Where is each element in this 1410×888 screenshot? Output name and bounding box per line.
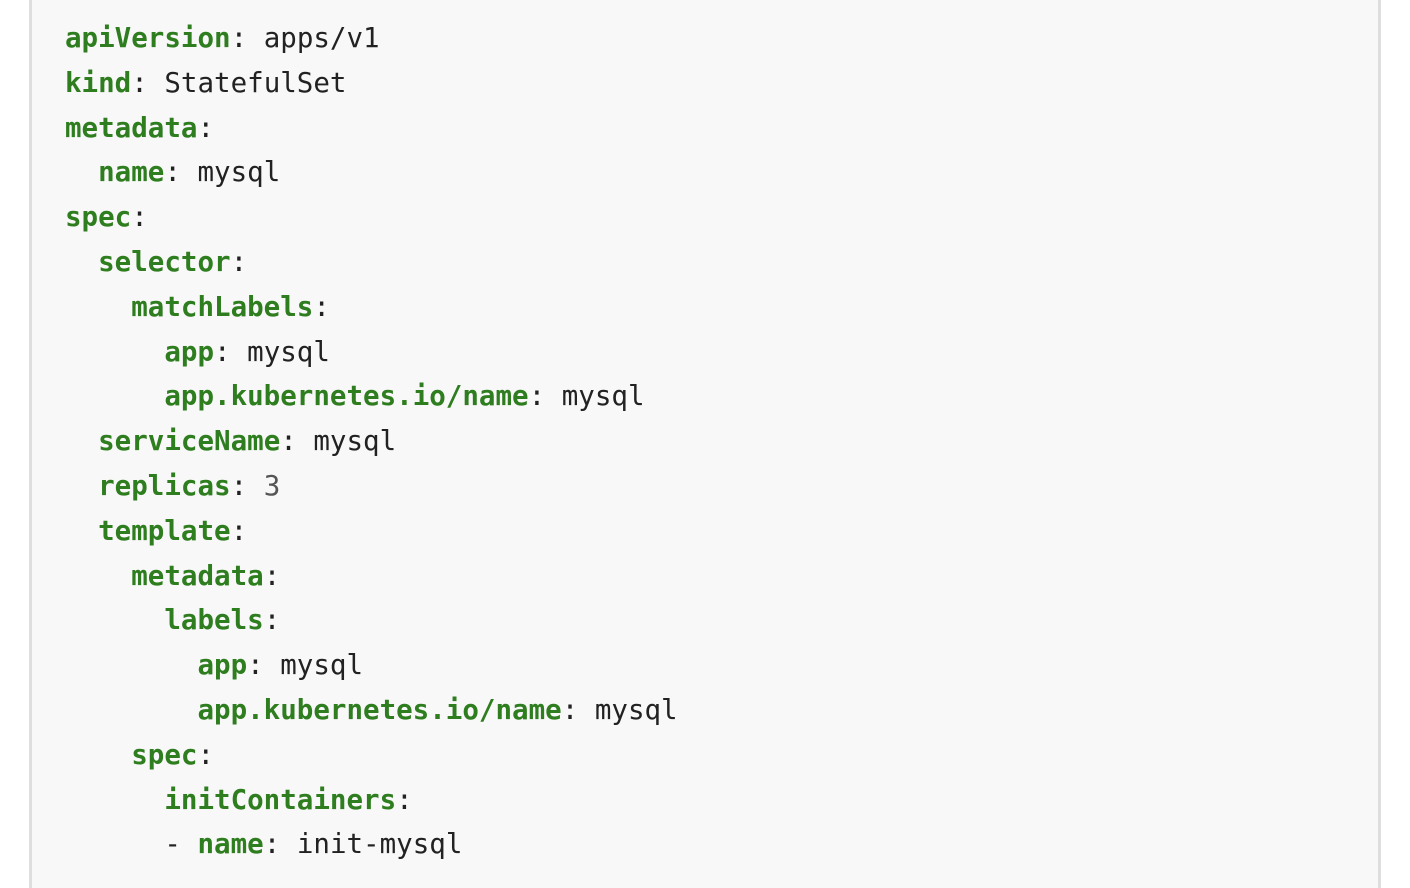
code-line: metadata: (65, 106, 678, 151)
yaml-colon: : (263, 559, 281, 592)
code-line: app.kubernetes.io/name: mysql (65, 374, 678, 419)
yaml-colon: : (230, 22, 248, 54)
code-line: selector: (65, 240, 678, 285)
yaml-colon: : (230, 469, 248, 502)
yaml-colon: : (313, 290, 330, 323)
yaml-colon: : (131, 201, 148, 234)
yaml-value: init-mysql (296, 828, 463, 861)
code-line: replicas: 3 (65, 464, 678, 509)
code-line: app: mysql (65, 643, 678, 688)
yaml-key: name (98, 156, 165, 189)
yaml-value: mysql (594, 693, 678, 726)
yaml-colon: : (280, 425, 297, 458)
yaml-colon: : (214, 335, 231, 368)
yaml-value: mysql (247, 335, 330, 368)
yaml-key: app (197, 649, 248, 682)
yaml-key: spec (65, 201, 132, 234)
yaml-key: apiVersion (65, 22, 231, 54)
yaml-colon: : (164, 156, 181, 189)
yaml-key: initContainers (164, 783, 397, 816)
yaml-colon: : (131, 66, 148, 99)
yaml-colon: : (197, 111, 215, 144)
yaml-key: app (164, 335, 215, 368)
code-line: app.kubernetes.io/name: mysql (65, 688, 678, 733)
yaml-key: app.kubernetes.io/name (197, 693, 562, 726)
code-block: apiVersion: apps/v1 kind: StatefulSet meta… (29, 0, 1381, 888)
yaml-colon: : (561, 693, 579, 726)
yaml-value: mysql (197, 156, 281, 189)
list-dash: - (164, 828, 198, 861)
yaml-key: replicas (98, 469, 231, 502)
yaml-value: StatefulSet (164, 66, 347, 99)
yaml-colon: : (247, 649, 264, 682)
yaml-key: kind (65, 66, 132, 99)
code-line: apiVersion: apps/v1 (65, 16, 678, 61)
yaml-colon: : (396, 783, 413, 816)
code-line: serviceName: mysql (65, 419, 678, 464)
yaml-value: mysql (561, 380, 645, 413)
yaml-value: mysql (313, 425, 397, 458)
code-line: app: mysql (65, 330, 678, 375)
yaml-key: metadata (65, 111, 198, 144)
yaml-key: template (98, 514, 231, 547)
yaml-colon: : (230, 245, 248, 278)
yaml-colon: : (230, 514, 248, 547)
code-lines: apiVersion: apps/v1 kind: StatefulSet meta… (65, 16, 678, 867)
yaml-value: mysql (280, 649, 364, 682)
yaml-colon: : (263, 828, 281, 861)
yaml-value: apps/v1 (263, 22, 380, 54)
yaml-key: labels (164, 604, 264, 637)
code-line: spec: (65, 195, 678, 240)
code-line: - name: init-mysql (65, 822, 678, 867)
yaml-value: 3 (263, 469, 281, 502)
code-line: name: mysql (65, 150, 678, 195)
yaml-key: serviceName (98, 425, 281, 458)
yaml-key: spec (131, 738, 198, 771)
code-line: spec: (65, 733, 678, 778)
yaml-key: name (197, 828, 264, 861)
yaml-colon: : (263, 604, 281, 637)
code-line: matchLabels: (65, 285, 678, 330)
yaml-key: app.kubernetes.io/name (164, 380, 529, 413)
yaml-colon: : (197, 738, 215, 771)
code-line: template: (65, 509, 678, 554)
yaml-key: matchLabels (131, 290, 314, 323)
code-line: labels: (65, 598, 678, 643)
yaml-colon: : (528, 380, 546, 413)
code-line: kind: StatefulSet (65, 61, 678, 106)
yaml-key: selector (98, 245, 231, 278)
yaml-key: metadata (131, 559, 264, 592)
code-line: initContainers: (65, 778, 678, 823)
code-line: metadata: (65, 554, 678, 599)
